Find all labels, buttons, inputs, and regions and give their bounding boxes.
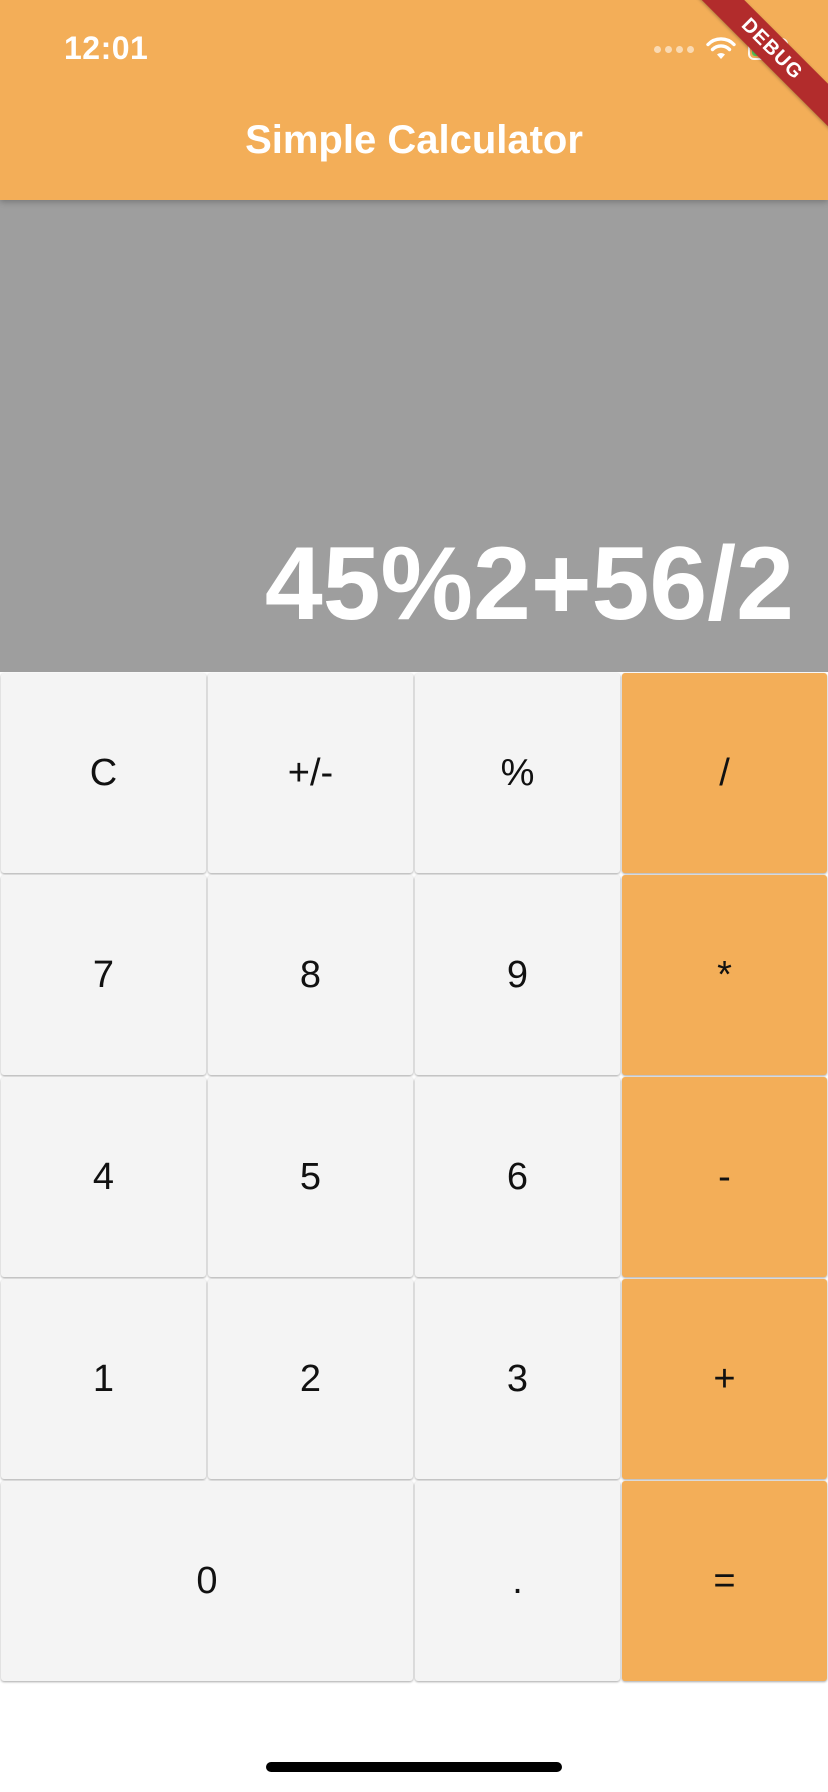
multiply-button[interactable]: * <box>622 875 827 1075</box>
percent-button[interactable]: % <box>415 673 620 873</box>
digit-4-button[interactable]: 4 <box>1 1077 206 1277</box>
digit-2-button[interactable]: 2 <box>208 1279 413 1479</box>
clear-button[interactable]: C <box>1 673 206 873</box>
keypad: C +/-%/ 7 8 9 * 4 5 6- 1 2 3 +0. = <box>0 672 828 1682</box>
digit-5-button[interactable]: 5 <box>208 1077 413 1277</box>
add-button[interactable]: + <box>622 1279 827 1479</box>
app-title: Simple Calculator <box>245 118 583 162</box>
digit-0-button[interactable]: 0 <box>1 1481 413 1681</box>
cellular-signal-icon <box>654 45 694 53</box>
app-bar: 12:01 Simple Calculator <box>0 0 828 200</box>
home-indicator[interactable] <box>266 1762 562 1772</box>
calculator-display: 45%2+56/2 <box>0 200 828 672</box>
wifi-icon <box>706 37 736 61</box>
digit-7-button[interactable]: 7 <box>1 875 206 1075</box>
digit-6-button[interactable]: 6 <box>415 1077 620 1277</box>
digit-1-button[interactable]: 1 <box>1 1279 206 1479</box>
digit-9-button[interactable]: 9 <box>415 875 620 1075</box>
negate-button[interactable]: +/- <box>208 673 413 873</box>
digit-3-button[interactable]: 3 <box>415 1279 620 1479</box>
status-time: 12:01 <box>64 30 149 66</box>
equals-button[interactable]: = <box>622 1481 827 1681</box>
decimal-button[interactable]: . <box>415 1481 620 1681</box>
subtract-button[interactable]: - <box>622 1077 827 1277</box>
divide-button[interactable]: / <box>622 673 827 873</box>
digit-8-button[interactable]: 8 <box>208 875 413 1075</box>
expression-display: 45%2+56/2 <box>264 526 794 642</box>
